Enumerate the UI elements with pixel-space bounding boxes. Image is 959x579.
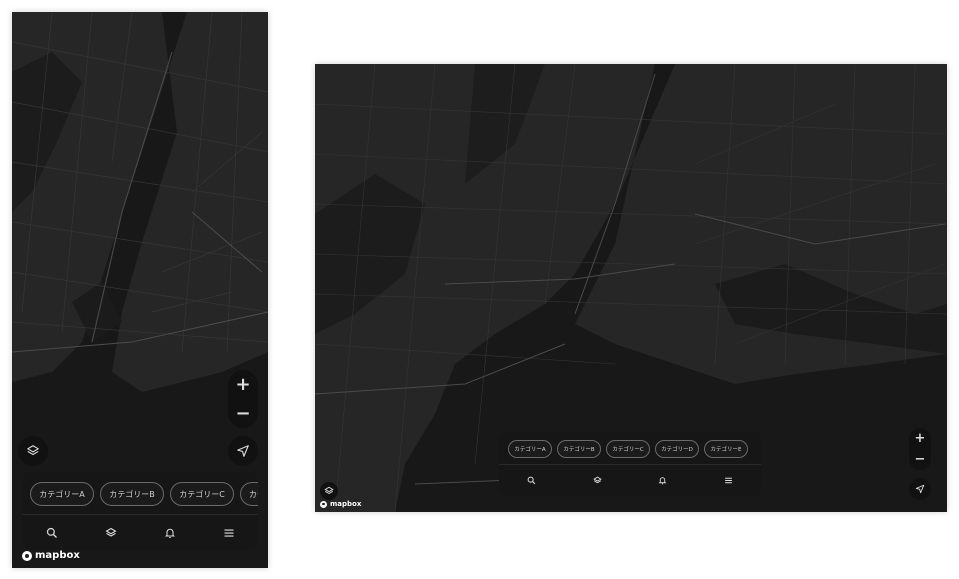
layers-icon[interactable] xyxy=(104,527,117,539)
bottom-nav xyxy=(499,464,761,495)
zoom-out-button[interactable]: − xyxy=(915,452,926,467)
bell-icon[interactable] xyxy=(164,527,176,539)
category-chip[interactable]: カテゴリーC xyxy=(606,440,650,458)
mapbox-logo[interactable]: mapbox xyxy=(22,550,80,561)
zoom-control: + − xyxy=(909,428,931,470)
zoom-control: + − xyxy=(228,370,258,428)
category-chip[interactable]: カテゴリーC xyxy=(170,482,234,506)
bottom-nav xyxy=(22,514,258,550)
zoom-in-button[interactable]: + xyxy=(235,374,250,395)
bottom-panel: カテゴリーA カテゴリーB カテゴリーC カテゴリーD xyxy=(22,472,258,550)
navigation-arrow-icon xyxy=(237,445,249,457)
layers-button[interactable] xyxy=(18,436,48,466)
layers-button[interactable] xyxy=(320,482,338,500)
locate-button[interactable] xyxy=(909,478,931,500)
mapbox-mark-icon xyxy=(320,500,327,508)
layers-icon xyxy=(27,445,39,456)
layers-icon[interactable] xyxy=(592,476,602,485)
category-chip[interactable]: カテゴリーA xyxy=(30,482,94,506)
category-chip[interactable]: カテゴリーB xyxy=(100,482,164,506)
menu-icon[interactable] xyxy=(223,527,235,539)
category-chip[interactable]: カテゴリーA xyxy=(508,440,552,458)
attribution-text: mapbox xyxy=(330,500,362,508)
category-chip-row: カテゴリーA カテゴリーB カテゴリーC カテゴリーD カテゴリーE xyxy=(499,432,761,458)
category-chip[interactable]: カテゴリーB xyxy=(557,440,601,458)
zoom-in-button[interactable]: + xyxy=(915,431,926,446)
bottom-panel: カテゴリーA カテゴリーB カテゴリーC カテゴリーD カテゴリーE xyxy=(499,432,761,496)
layers-icon xyxy=(324,486,334,495)
attribution-text: mapbox xyxy=(35,550,80,561)
locate-button[interactable] xyxy=(228,436,258,466)
category-chip-row: カテゴリーA カテゴリーB カテゴリーC カテゴリーD xyxy=(22,472,258,506)
mapbox-logo[interactable]: mapbox xyxy=(320,500,361,508)
mapbox-mark-icon xyxy=(22,550,32,561)
search-icon[interactable] xyxy=(527,476,536,485)
category-chip[interactable]: カテゴリーD xyxy=(240,482,258,506)
menu-icon[interactable] xyxy=(724,476,733,485)
desktop-map-view: + − カテゴリーA カテゴリーB カテゴリーC カテゴリーD カテゴリーE m… xyxy=(315,64,947,512)
category-chip[interactable]: カテゴリーE xyxy=(704,440,748,458)
category-chip[interactable]: カテゴリーD xyxy=(655,440,699,458)
search-icon[interactable] xyxy=(46,527,58,539)
zoom-out-button[interactable]: − xyxy=(235,403,250,424)
navigation-arrow-icon xyxy=(915,484,925,494)
bell-icon[interactable] xyxy=(658,476,667,485)
mobile-map-view: + − カテゴリーA カテゴリーB カテゴリーC カテゴリーD xyxy=(12,12,268,568)
